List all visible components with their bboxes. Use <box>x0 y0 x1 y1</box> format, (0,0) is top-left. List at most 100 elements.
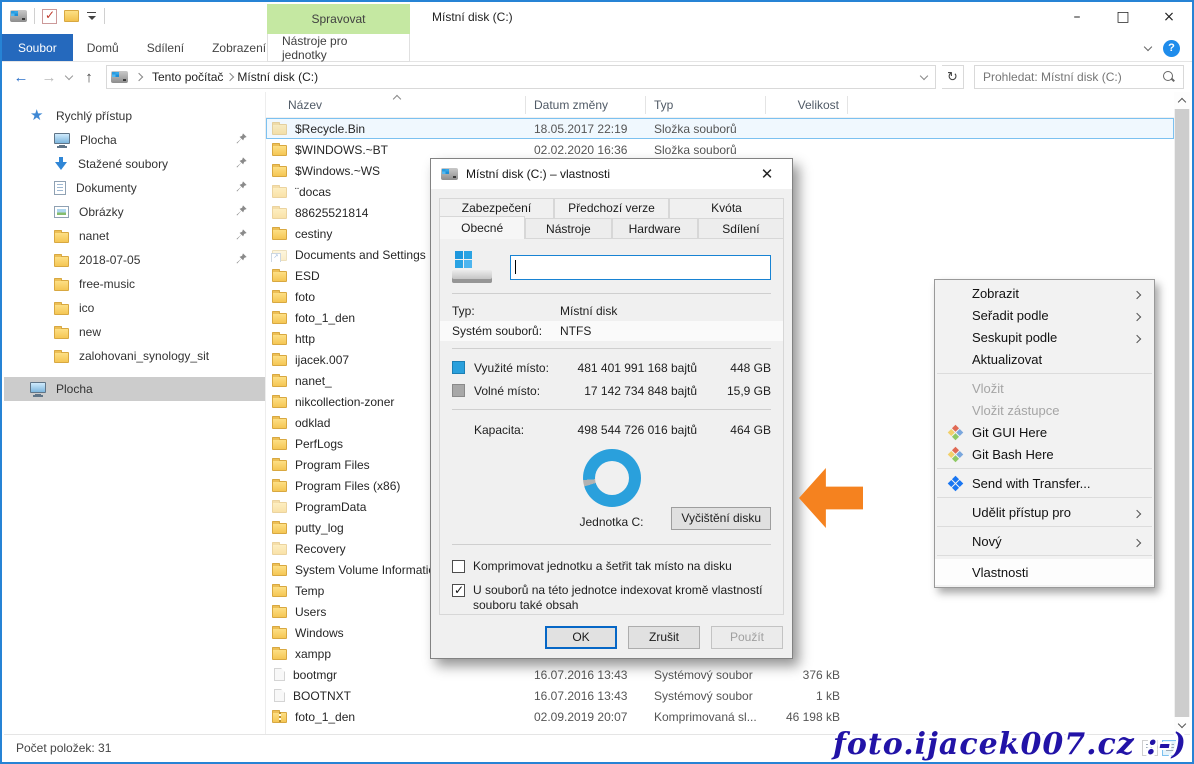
context-menu-item-se-adit-podle[interactable]: Seřadit podle <box>935 304 1154 326</box>
sidebar-item-2018-07-05[interactable]: 2018-07-05 <box>4 248 265 272</box>
file-name: Documents and Settings <box>295 248 426 262</box>
file-size: 376 kB <box>766 668 848 682</box>
file-row-windows-bt[interactable]: $WINDOWS.~BT02.02.2020 16:36Složka soubo… <box>266 139 1174 160</box>
column-header-type[interactable]: Typ <box>646 96 766 114</box>
sidebar-item-plocha-root[interactable]: Plocha <box>4 377 265 401</box>
context-menu-item-aktualizovat[interactable]: Aktualizovat <box>935 348 1154 370</box>
file-row-foto-1-den[interactable]: foto_1_den02.09.2019 20:07Komprimovaná s… <box>266 706 1174 727</box>
ribbon-tab-soubor[interactable]: Soubor <box>2 34 73 61</box>
context-menu-item-ud-lit-p-stup-pro[interactable]: Udělit přístup pro <box>935 501 1154 523</box>
dialog-title: Místní disk (C:) – vlastnosti <box>466 167 610 181</box>
drive-icon <box>441 168 458 180</box>
used-space-bytes: 481 401 991 168 bajtů <box>570 361 713 375</box>
breadcrumb-item-tento-po-ta[interactable]: Tento počítač <box>150 70 225 84</box>
breadcrumb-item-m-stn-disk-c[interactable]: Místní disk (C:) <box>235 70 320 84</box>
dialog-tab-kv-ta[interactable]: Kvóta <box>669 198 784 218</box>
maximize-button[interactable]: □ <box>1100 2 1146 32</box>
context-menu-item-vlastnosti[interactable]: Vlastnosti <box>935 559 1154 585</box>
index-checkbox[interactable] <box>452 584 465 597</box>
sidebar-item-dokumenty[interactable]: Dokumenty <box>4 176 265 200</box>
pin-icon <box>236 181 247 192</box>
menu-item-label: Seřadit podle <box>972 308 1134 323</box>
context-menu-item-vlo-it-z-stupce: Vložit zástupce <box>935 399 1154 421</box>
collapse-ribbon-chevron-icon[interactable] <box>1144 42 1152 50</box>
scroll-up-icon[interactable] <box>1174 92 1190 109</box>
file-name-cell: bootmgr <box>266 668 526 682</box>
dialog-tab-obecn[interactable]: Obecné <box>439 216 525 239</box>
file-name-cell: $WINDOWS.~BT <box>266 143 526 157</box>
folder-icon <box>272 649 287 660</box>
refresh-icon[interactable]: ↻ <box>942 65 964 89</box>
context-menu-item-send-with-transfer[interactable]: Send with Transfer... <box>935 472 1154 494</box>
ribbon-tab-sd-len[interactable]: Sdílení <box>133 34 198 61</box>
cancel-button[interactable]: Zrušit <box>628 626 700 649</box>
file-name: Program Files (x86) <box>295 479 400 493</box>
context-menu-item-seskupit-podle[interactable]: Seskupit podle <box>935 326 1154 348</box>
close-button[interactable]: × <box>1146 2 1192 32</box>
dialog-tab-hardware[interactable]: Hardware <box>612 218 698 239</box>
folder-icon <box>272 313 287 324</box>
help-icon[interactable]: ? <box>1163 40 1180 57</box>
minimize-button[interactable]: – <box>1054 2 1100 32</box>
sidebar-item-new[interactable]: new <box>4 320 265 344</box>
compress-checkbox[interactable] <box>452 560 465 573</box>
ribbon-tab-dom[interactable]: Domů <box>73 34 133 61</box>
items-count: Počet položek: 31 <box>16 741 111 755</box>
back-icon[interactable]: ← <box>10 69 32 86</box>
sidebar-item-plocha[interactable]: Plocha <box>4 128 265 152</box>
sidebar-item-zalohovani-synology-sit[interactable]: zalohovani_synology_sit <box>4 344 265 368</box>
dialog-tab-p-edchoz-verze[interactable]: Předchozí verze <box>554 198 669 218</box>
pin-icon <box>236 229 247 240</box>
dialog-tab-n-stroje[interactable]: Nástroje <box>525 218 611 239</box>
search-input[interactable]: Prohledat: Místní disk (C:) <box>974 65 1184 89</box>
file-row-recycle-bin[interactable]: $Recycle.Bin18.05.2017 22:19Složka soubo… <box>266 118 1174 139</box>
history-chevron-icon[interactable] <box>65 71 73 79</box>
search-icon[interactable] <box>1163 71 1175 83</box>
file-name: ESD <box>295 269 320 283</box>
customize-toolbar-chevron[interactable] <box>86 11 97 21</box>
dialog-general-tab-page: Typ: Místní disk Systém souborů: NTFS Vy… <box>439 238 784 615</box>
sidebar-item-label: zalohovani_synology_sit <box>79 349 209 363</box>
context-menu-item-nov[interactable]: Nový <box>935 530 1154 552</box>
file-row-bootmgr[interactable]: bootmgr16.07.2016 13:43Systémový soubor3… <box>266 664 1174 685</box>
ribbon-contextual-header[interactable]: Spravovat <box>267 4 410 34</box>
shortcut-folder-icon <box>272 250 287 261</box>
sidebar-item-obr-zky[interactable]: Obrázky <box>4 200 265 224</box>
sidebar-item-free-music[interactable]: free-music <box>4 272 265 296</box>
chevron-right-icon[interactable] <box>135 73 143 81</box>
dialog-tab-zabezpe-en[interactable]: Zabezpečení <box>439 198 554 218</box>
sidebar-group-quick-access[interactable]: ★ Rychlý přístup <box>4 104 265 128</box>
vertical-scrollbar[interactable] <box>1174 92 1190 734</box>
zip-folder-icon <box>272 712 287 723</box>
disk-cleanup-button[interactable]: Vyčištění disku <box>671 507 771 530</box>
watermark: foto.ijacek007.cz :-) <box>833 727 1187 762</box>
properties-check-icon[interactable] <box>42 9 57 24</box>
chevron-right-icon[interactable] <box>226 73 234 81</box>
chevron-right-icon <box>1133 538 1141 546</box>
folder-icon <box>54 280 69 291</box>
dialog-close-icon[interactable]: ✕ <box>752 165 782 183</box>
breadcrumb[interactable]: Tento počítač Místní disk (C:) <box>106 65 936 89</box>
folder-icon <box>54 352 69 363</box>
ok-button[interactable]: OK <box>545 626 617 649</box>
ribbon-tab-nastroje-pro-jednotky[interactable]: Nástroje pro jednotky <box>267 34 410 62</box>
menu-separator <box>937 373 1152 374</box>
compress-checkbox-label: Komprimovat jednotku a šetřit tak místo … <box>473 559 732 574</box>
volume-label-input[interactable] <box>510 255 771 280</box>
dialog-tab-sd-len[interactable]: Sdílení <box>698 218 784 239</box>
up-icon[interactable]: ↑ <box>78 69 100 86</box>
column-header-size[interactable]: Velikost <box>766 96 848 114</box>
context-menu-item-zobrazit[interactable]: Zobrazit <box>935 282 1154 304</box>
scrollbar-thumb[interactable] <box>1175 109 1189 717</box>
context-menu-item-git-bash-here[interactable]: Git Bash Here <box>935 443 1154 465</box>
desktop-icon <box>54 133 70 144</box>
sidebar-item-sta-en-soubory[interactable]: Stažené soubory <box>4 152 265 176</box>
context-menu-item-git-gui-here[interactable]: Git GUI Here <box>935 421 1154 443</box>
sidebar-item-nanet[interactable]: nanet <box>4 224 265 248</box>
new-folder-icon[interactable] <box>64 10 79 22</box>
address-dropdown-chevron-icon[interactable] <box>920 71 928 79</box>
file-row-bootnxt[interactable]: BOOTNXT16.07.2016 13:43Systémový soubor1… <box>266 685 1174 706</box>
column-headers: Název Datum změny Typ Velikost <box>266 92 1174 118</box>
sidebar-item-ico[interactable]: ico <box>4 296 265 320</box>
column-header-date[interactable]: Datum změny <box>526 96 646 114</box>
